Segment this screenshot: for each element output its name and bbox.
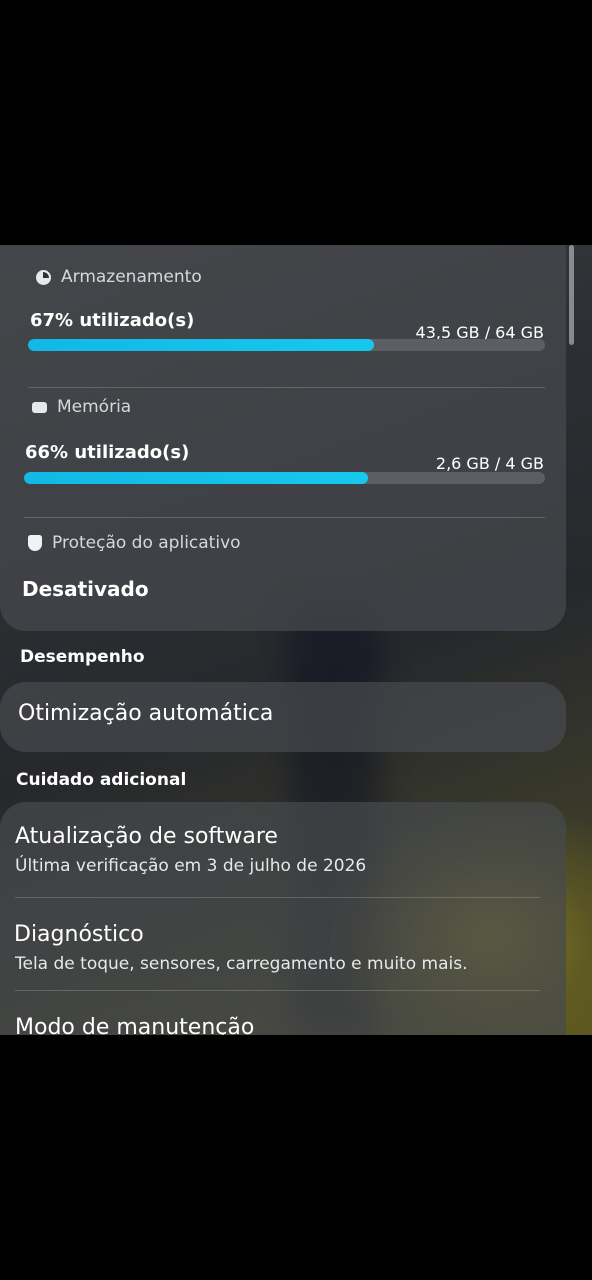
additional-care-header: Cuidado adicional: [16, 770, 187, 790]
memory-chip-icon: [32, 401, 47, 413]
divider: [15, 990, 540, 991]
app-protection-status: Desativado: [22, 577, 149, 601]
divider: [24, 517, 545, 518]
app-protection-row[interactable]: Proteção do aplicativo: [28, 533, 241, 553]
diagnostics-subtitle: Tela de toque, sensores, carregamento e …: [15, 954, 468, 974]
memory-used-value: 2,6 GB / 4 GB: [435, 454, 544, 473]
storage-progress-bar: [28, 339, 545, 351]
storage-progress-fill: [28, 339, 375, 351]
device-care-screen: Armazenamento 67% utilizado(s) 43,5 GB /…: [0, 245, 592, 1035]
storage-used-label: 67% utilizado(s): [30, 310, 195, 331]
app-protection-title: Proteção do aplicativo: [52, 533, 241, 553]
software-update-subtitle: Última verificação em 3 de julho de 2026: [15, 856, 367, 876]
memory-progress-bar: [24, 472, 545, 484]
scrollbar[interactable]: [569, 245, 574, 345]
memory-header: Memória: [32, 397, 131, 417]
memory-title: Memória: [57, 397, 132, 417]
shield-icon: [28, 535, 42, 551]
storage-header: Armazenamento: [36, 267, 202, 287]
storage-pie-icon: [36, 269, 51, 285]
memory-used-label: 66% utilizado(s): [25, 442, 190, 463]
memory-progress-fill: [24, 472, 368, 484]
status-card: [0, 245, 566, 631]
divider: [15, 897, 540, 898]
storage-title: Armazenamento: [61, 267, 202, 287]
divider: [28, 387, 545, 388]
performance-header: Desempenho: [20, 647, 145, 667]
auto-optimization-title: Otimização automática: [18, 701, 274, 726]
maintenance-mode-title: Modo de manutenção: [15, 1015, 255, 1035]
diagnostics-title: Diagnóstico: [14, 922, 144, 947]
software-update-title: Atualização de software: [15, 824, 278, 849]
